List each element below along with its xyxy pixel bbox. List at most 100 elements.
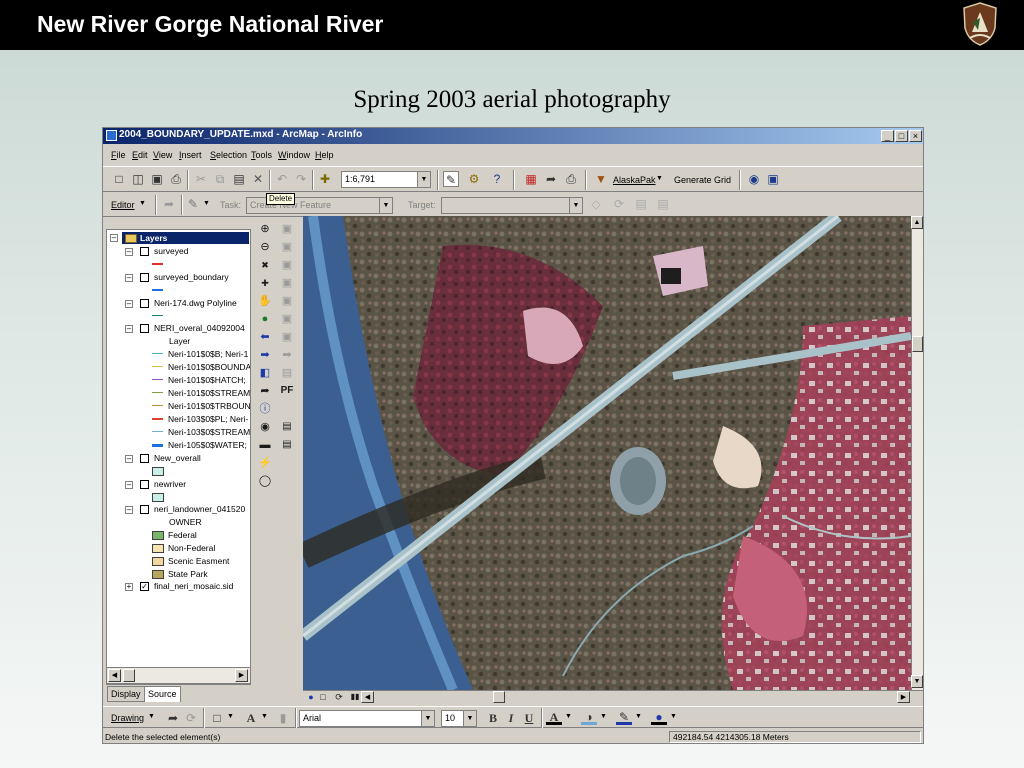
focus-data-frame-icon[interactable]: ▤ (278, 437, 296, 453)
scroll-up-icon[interactable]: ▲ (911, 216, 923, 229)
paste-icon[interactable]: ▤ (231, 171, 247, 187)
generate-grid-button[interactable]: Generate Grid (674, 175, 731, 185)
cut-icon[interactable]: ✂ (193, 171, 209, 187)
menu-help[interactable]: Help (315, 150, 334, 160)
layer-new-overall[interactable]: New_overall (154, 453, 201, 463)
menu-edit[interactable]: Edit (132, 150, 148, 160)
next-extent-icon[interactable]: ➡ (256, 347, 274, 363)
find-binoculars-icon[interactable]: ◉ (256, 419, 274, 435)
layer-visibility-checkbox[interactable] (140, 299, 149, 308)
menu-file[interactable]: File (111, 150, 126, 160)
collapse-layer-icon[interactable]: – (125, 325, 133, 333)
dropdown-arrow-icon[interactable]: ▼ (463, 711, 476, 726)
select-features-icon[interactable]: ◧ (256, 365, 274, 381)
fixed-zoom-page-icon[interactable]: ▣ (278, 293, 296, 309)
dropdown-arrow-icon[interactable]: ▼ (417, 172, 430, 187)
previous-page-extent-icon[interactable]: ▣ (278, 329, 296, 345)
fill-color-icon[interactable]: ◑ (581, 709, 597, 725)
rectangle-icon[interactable]: □ (209, 710, 225, 726)
collapse-layer-icon[interactable]: – (125, 481, 133, 489)
zoom-out-icon[interactable]: ⊖ (256, 239, 274, 255)
alaskapak-dropdown-icon[interactable]: ▼ (656, 175, 663, 182)
menu-window[interactable]: Window (278, 150, 310, 160)
fixed-zoom-out-icon[interactable]: ▣ (278, 239, 296, 255)
map-display[interactable] (303, 216, 911, 690)
menu-tools[interactable]: Tools (251, 150, 272, 160)
add-data-icon[interactable]: ✚ (317, 171, 333, 187)
new-document-icon[interactable]: □ (111, 171, 127, 187)
map-window-icon[interactable]: ▣ (765, 171, 781, 187)
rotate-icon[interactable]: ⟳ (183, 710, 199, 726)
rectangle-dropdown-icon[interactable]: ▼ (227, 713, 234, 720)
printer-tool-icon[interactable]: ⎙ (563, 171, 579, 187)
marker-color-dropdown-icon[interactable]: ▼ (670, 713, 677, 720)
text-dropdown-icon[interactable]: ▼ (261, 713, 268, 720)
layout-view-icon[interactable]: □ (317, 689, 329, 705)
alaskapak-icon[interactable]: ▼ (593, 171, 609, 187)
arctoolbox-icon[interactable]: ⚙ (466, 171, 482, 187)
layer-newriver[interactable]: newriver (154, 479, 186, 489)
line-color-dropdown-icon[interactable]: ▼ (635, 713, 642, 720)
attributes-icon[interactable]: ▤ (633, 196, 649, 212)
zoom-in-icon[interactable]: ⊕ (256, 221, 274, 237)
save-icon[interactable]: ▣ (149, 171, 165, 187)
font-color-dropdown-icon[interactable]: ▼ (565, 713, 572, 720)
layout-tool-icon[interactable]: ▤ (278, 419, 296, 435)
editor-toolbar-icon[interactable]: ✎ (443, 171, 459, 187)
zoom-whole-page-icon[interactable]: ▣ (278, 257, 296, 273)
sketch-properties-icon[interactable]: ▤ (655, 196, 671, 212)
font-size-combo[interactable]: 10 ▼ (441, 710, 477, 727)
collapse-layers-icon[interactable]: – (110, 234, 118, 242)
edit-vertices-icon[interactable]: ▮ (275, 710, 291, 726)
dropdown-arrow-icon[interactable]: ▼ (421, 711, 434, 726)
map-scale-combo[interactable]: 1:6,791 ▼ (341, 171, 431, 188)
redo-icon[interactable]: ↷ (293, 171, 309, 187)
grid-tool-icon[interactable]: ▦ (523, 171, 539, 187)
change-layout-icon[interactable]: ▤ (278, 365, 296, 381)
pointer-tool-icon[interactable]: ➦ (543, 171, 559, 187)
pan-hand-icon[interactable]: ✋ (256, 293, 274, 309)
pause-drawing-icon[interactable]: ▮▮ (349, 689, 361, 705)
copy-icon[interactable]: ⧉ (212, 171, 228, 187)
aerial-photograph[interactable] (303, 216, 911, 690)
fixed-zoom-out-arrows-icon[interactable]: ✚ (256, 275, 274, 291)
speech-bubble-icon[interactable]: ◯ (256, 473, 274, 489)
layer-visibility-checkbox[interactable] (140, 454, 149, 463)
menu-view[interactable]: View (153, 150, 172, 160)
italic-button[interactable]: I (503, 710, 519, 726)
menu-selection[interactable]: Selection (210, 150, 247, 160)
alaskapak-menu[interactable]: AlaskaPak (613, 175, 656, 185)
fill-color-dropdown-icon[interactable]: ▼ (600, 713, 607, 720)
delete-icon[interactable]: ✕ (250, 171, 266, 187)
tab-display[interactable]: Display (107, 686, 145, 702)
layer-visibility-checkbox[interactable] (140, 247, 149, 256)
next-page-extent-icon[interactable]: ➡ (278, 347, 296, 363)
full-extent-globe-icon[interactable]: ● (256, 311, 274, 327)
collapse-layer-icon[interactable]: – (125, 506, 133, 514)
dropdown-arrow-icon[interactable]: ▼ (569, 198, 582, 213)
toc-horizontal-scrollbar[interactable]: ◀ ▶ (106, 667, 251, 684)
scroll-down-icon[interactable]: ▼ (911, 675, 923, 688)
layer-visibility-checkbox[interactable] (140, 505, 149, 514)
target-combo[interactable]: ▼ (441, 197, 583, 214)
fixed-zoom-in-icon[interactable]: ▣ (278, 221, 296, 237)
collapse-layer-icon[interactable]: – (125, 300, 133, 308)
dropdown-arrow-icon[interactable]: ▼ (379, 198, 392, 213)
scroll-thumb[interactable] (123, 669, 135, 682)
scroll-left-icon[interactable]: ◀ (108, 669, 121, 682)
measure-icon[interactable]: ▬ (256, 437, 274, 453)
select-elements-icon[interactable]: ➦ (256, 383, 274, 399)
layer-neri-174-polyline[interactable]: Neri-174.dwg Polyline (154, 298, 237, 308)
map-vertical-scrollbar[interactable]: ▲ ▼ (911, 216, 923, 690)
layer-neri-overal[interactable]: NERI_overal_04092004 (154, 323, 245, 333)
fixed-zoom-in-arrows-icon[interactable]: ✖ (256, 257, 274, 273)
bold-button[interactable]: B (485, 710, 501, 726)
font-combo[interactable]: Arial ▼ (299, 710, 435, 727)
editor-menu[interactable]: Editor (111, 200, 135, 210)
whats-this-help-icon[interactable]: ? (489, 171, 505, 187)
zoom-100-icon[interactable]: ▣ (278, 275, 296, 291)
refresh-view-icon[interactable]: ⟳ (333, 689, 345, 705)
rotate-tool-icon[interactable]: ⟳ (611, 196, 627, 212)
scroll-left-icon[interactable]: ◀ (361, 691, 374, 703)
drawing-dropdown-icon[interactable]: ▼ (148, 713, 155, 720)
